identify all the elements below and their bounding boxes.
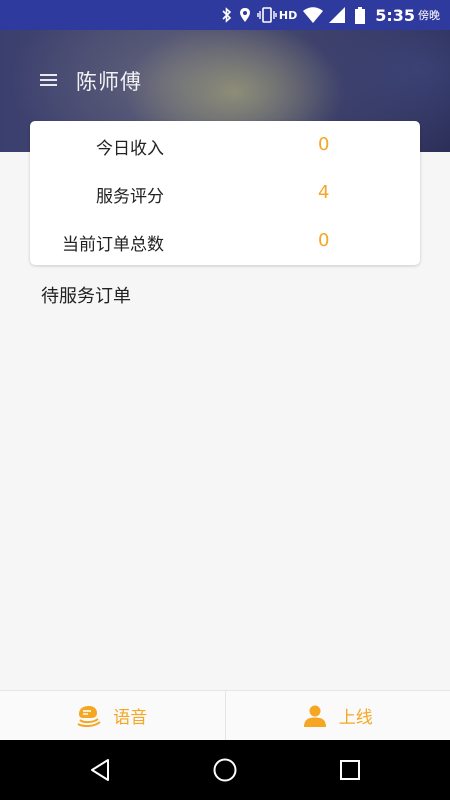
back-icon[interactable] [87,757,113,783]
signal-icon [329,6,346,24]
stat-row-order-total: 当前订单总数 0 [30,217,420,265]
bottom-action-bar: 语音 上线 [0,690,450,740]
status-bar: HD 5:35 傍晚 [0,0,450,30]
online-label: 上线 [338,708,373,728]
stat-value: 0 [318,230,330,251]
page-title: 陈师傅 [76,70,142,94]
location-icon [239,6,251,24]
stat-row-today-income: 今日收入 0 [30,121,420,169]
pending-orders-title: 待服务订单 [41,286,131,307]
voice-button[interactable]: 语音 [0,691,225,740]
stat-label: 当前订单总数 [62,235,164,255]
bluetooth-icon [221,6,233,24]
menu-icon[interactable] [40,72,58,88]
recents-icon[interactable] [337,757,363,783]
home-icon[interactable] [212,757,238,783]
vibrate-icon [257,6,277,24]
stat-value: 4 [318,182,330,203]
stats-card: 今日收入 0 服务评分 4 当前订单总数 0 [30,121,420,265]
system-nav-bar [0,740,450,800]
person-icon [303,704,327,728]
voice-label: 语音 [113,708,148,728]
status-time: 5:35 [375,5,415,25]
go-online-button[interactable]: 上线 [224,691,450,740]
stat-label: 服务评分 [96,187,164,207]
stat-row-service-rating: 服务评分 4 [30,169,420,217]
voice-icon [77,705,101,727]
hd-indicator: HD [278,8,298,22]
app-screen: HD 5:35 傍晚 陈师傅 今日收入 0 服务评分 4 当前订单总数 0 待服… [0,0,450,800]
wifi-icon [303,6,324,24]
status-ampm: 傍晚 [418,9,440,22]
stat-value: 0 [318,134,330,155]
stat-label: 今日收入 [96,139,164,159]
battery-icon [355,6,366,24]
